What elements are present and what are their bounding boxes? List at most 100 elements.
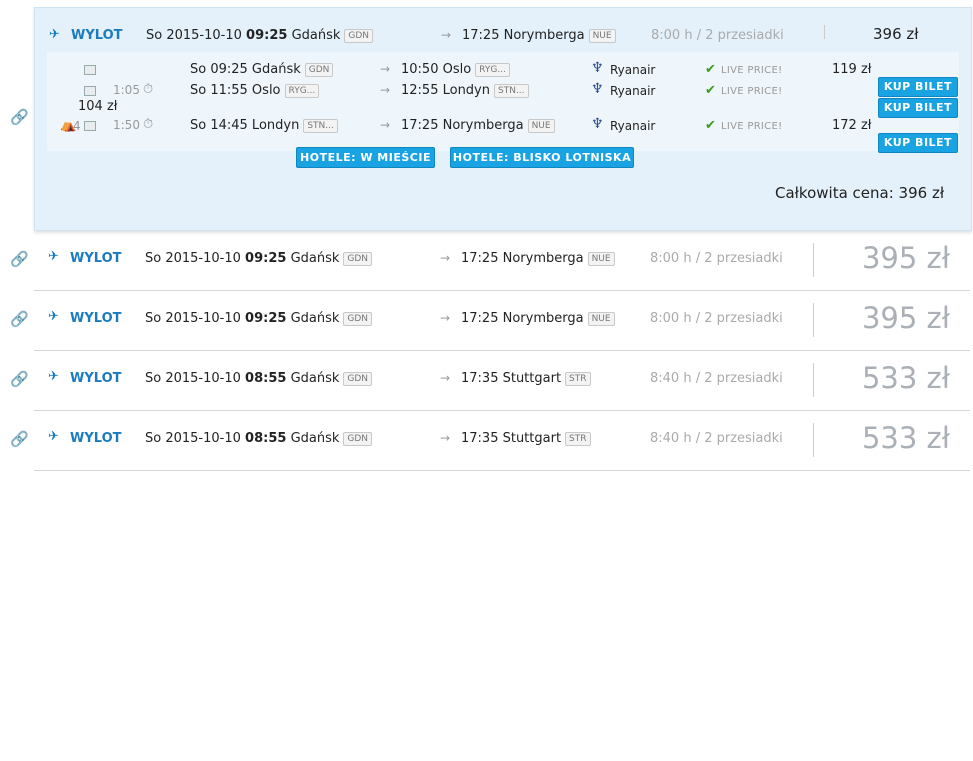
arrow-icon: → [380, 62, 391, 76]
expanded-result: ✈ WYLOT So 2015-10-10 09:25 Gdańsk GDN → … [34, 7, 972, 231]
check-icon: ✔ [705, 62, 716, 77]
departure-info: So 2015-10-10 09:25 Gdańsk GDN [146, 28, 374, 43]
departure-time: 09:25 [245, 251, 287, 266]
ryanair-logo-icon: ♆ [591, 60, 604, 76]
arrow-icon: → [380, 118, 391, 132]
link-icon[interactable]: 🔗 [10, 430, 29, 448]
arrival-city: 17:35 Stuttgart [461, 371, 562, 386]
plane-icon: ✈ [49, 27, 60, 42]
ryanair-logo-icon: ♆ [591, 81, 604, 97]
link-icon[interactable]: 🔗 [10, 370, 29, 388]
result-row[interactable]: ✈ WYLOT So 2015-10-10 08:55 Gdańsk GDN → … [34, 351, 970, 411]
result-price: 533 zł [861, 421, 950, 455]
departure-date: So 2015-10-10 [145, 371, 241, 386]
arrival-info: 17:35 Stuttgart STR [461, 431, 591, 446]
departure-date: So 2015-10-10 [145, 251, 241, 266]
total-price: Całkowita cena: 396 zł [775, 184, 944, 202]
departure-info: So 2015-10-10 09:25 Gdańsk GDN [145, 311, 373, 326]
airline-name: Ryanair [610, 84, 656, 98]
plane-icon: ✈ [48, 249, 59, 264]
departure-city: Gdańsk [290, 251, 340, 266]
photo-icon[interactable] [84, 86, 96, 96]
arrival-city: 17:25 Norymberga [461, 311, 584, 326]
buy-ticket-button[interactable]: KUP BILET [878, 133, 958, 153]
airline-name: Ryanair [610, 119, 656, 133]
arrow-icon: → [440, 431, 451, 445]
segment-arrival: 17:25 Norymberga NUE [401, 118, 555, 133]
airport-code: GDN [343, 252, 373, 266]
link-icon[interactable]: 🔗 [10, 108, 29, 126]
duration: 8:00 h / 2 przesiadki [651, 28, 784, 43]
segment-arrival: 10:50 Oslo RYG... [401, 62, 510, 77]
live-price-label: LIVE PRICE! [721, 65, 783, 76]
ryanair-logo-icon: ♆ [591, 116, 604, 132]
airport-code: GDN [343, 432, 373, 446]
arrival-info: 17:35 Stuttgart STR [461, 371, 591, 386]
segment-departure: So 09:25 Gdańsk GDN [190, 62, 334, 77]
airport-code: STR [565, 432, 591, 446]
live-price-label: LIVE PRICE! [721, 86, 783, 97]
photo-icon[interactable] [84, 65, 96, 75]
airport-code: GDN [343, 312, 373, 326]
direction-label: WYLOT [70, 311, 122, 326]
result-price: 395 zł [861, 241, 950, 275]
departure-city: Gdańsk [290, 371, 340, 386]
segment-departure: So 14:45 Londyn STN... [190, 118, 338, 133]
segment-departure: So 11:55 Oslo RYG... [190, 83, 320, 98]
airport-code: GDN [343, 372, 373, 386]
arrow-icon: → [440, 251, 451, 265]
link-icon[interactable]: 🔗 [10, 310, 29, 328]
check-icon: ✔ [705, 83, 716, 98]
divider [813, 363, 814, 397]
airport-code: GDN [344, 29, 374, 43]
result-price: 395 zł [861, 301, 950, 335]
arrival-info: 17:25 Norymberga NUE [461, 251, 615, 266]
result-row[interactable]: ✈ WYLOT So 2015-10-10 09:25 Gdańsk GDN → … [34, 231, 970, 291]
buy-ticket-button[interactable]: KUP BILET [878, 77, 958, 97]
departure-time: 09:25 [246, 28, 288, 43]
duration: 8:00 h / 2 przesiadki [650, 251, 783, 266]
departure-date: So 2015-10-10 [146, 28, 242, 43]
departure-time: 08:55 [245, 371, 287, 386]
segment-price: 104 zł [78, 99, 118, 114]
airport-code: STR [565, 372, 591, 386]
departure-time: 09:25 [245, 311, 287, 326]
total-label: Całkowita cena: [775, 184, 894, 202]
layover-time: 1:05 [113, 83, 140, 97]
link-icon[interactable]: 🔗 [10, 250, 29, 268]
departure-date: So 2015-10-10 [145, 431, 241, 446]
arrow-icon: → [440, 311, 451, 325]
plane-icon: ✈ [48, 309, 59, 324]
direction-label: WYLOT [70, 431, 122, 446]
arrow-icon: → [380, 83, 391, 97]
duration: 8:40 h / 2 przesiadki [650, 371, 783, 386]
arrival-city: 17:25 Norymberga [461, 251, 584, 266]
arrival-info: 17:25 Norymberga NUE [462, 28, 616, 43]
arrival-city: 17:25 Norymberga [462, 28, 585, 43]
check-icon: ✔ [705, 118, 716, 133]
hotels-city-button[interactable]: HOTELE: W MIEŚCIE [296, 147, 435, 168]
departure-time: 08:55 [245, 431, 287, 446]
departure-info: So 2015-10-10 08:55 Gdańsk GDN [145, 371, 373, 386]
segment-price: 119 zł [832, 62, 872, 77]
result-row[interactable]: ✈ WYLOT So 2015-10-10 08:55 Gdańsk GDN → … [34, 411, 970, 471]
divider [813, 243, 814, 277]
result-row[interactable]: ✈ WYLOT So 2015-10-10 09:25 Gdańsk GDN → … [34, 291, 970, 351]
airport-code: NUE [587, 252, 615, 266]
segment-price: 172 zł [832, 118, 872, 133]
hotels-airport-button[interactable]: HOTELE: BLISKO LOTNISKA [450, 147, 634, 168]
direction-label: WYLOT [71, 28, 123, 43]
airport-code: NUE [587, 312, 615, 326]
photo-icon[interactable] [84, 121, 96, 131]
arrival-city: 17:35 Stuttgart [461, 431, 562, 446]
departure-info: So 2015-10-10 08:55 Gdańsk GDN [145, 431, 373, 446]
duration: 8:40 h / 2 przesiadki [650, 431, 783, 446]
total-value: 396 zł [898, 184, 945, 202]
result-price: 533 zł [861, 361, 950, 395]
buy-ticket-button[interactable]: KUP BILET [878, 98, 958, 118]
divider [813, 303, 814, 337]
divider [824, 25, 825, 39]
layover-time: 1:50 [113, 118, 140, 132]
segment-arrival: 12:55 Londyn STN... [401, 83, 529, 98]
duration: 8:00 h / 2 przesiadki [650, 311, 783, 326]
